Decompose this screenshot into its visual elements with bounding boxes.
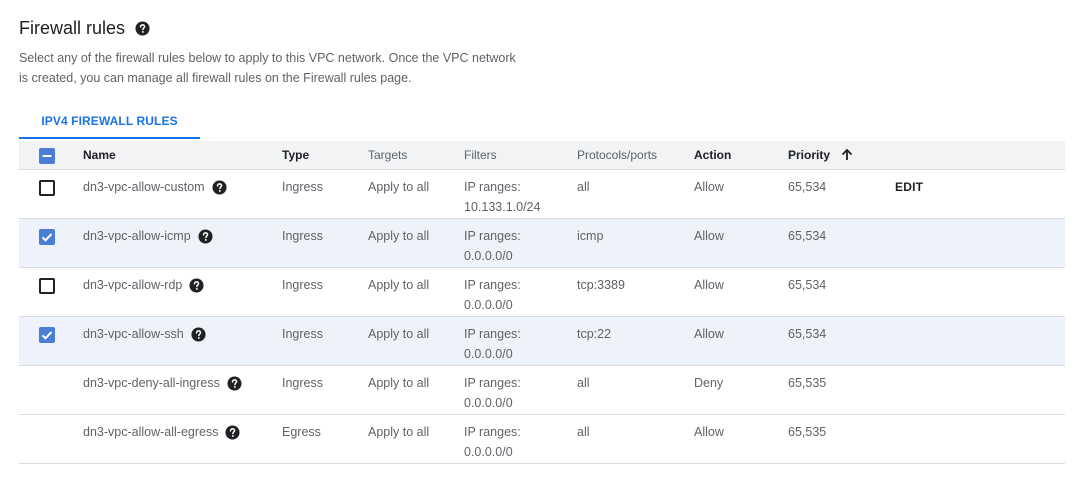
- rule-filters-label: IP ranges:: [464, 278, 521, 292]
- help-icon[interactable]: [135, 20, 150, 36]
- rule-name-cell: dn3-vpc-allow-ssh: [83, 324, 206, 344]
- column-header-priority[interactable]: Priority: [788, 148, 854, 162]
- rule-filters: IP ranges: 0.0.0.0/0: [464, 226, 521, 266]
- rule-protocols: all: [577, 425, 590, 439]
- rule-filters-label: IP ranges:: [464, 180, 521, 194]
- rule-targets: Apply to all: [368, 180, 430, 194]
- rule-targets: Apply to all: [368, 425, 430, 439]
- rule-type: Egress: [282, 425, 321, 439]
- help-icon[interactable]: [191, 326, 206, 342]
- help-icon[interactable]: [198, 228, 213, 244]
- column-header-targets: Targets: [368, 148, 408, 162]
- column-header-action[interactable]: Action: [694, 148, 731, 162]
- row-checkbox[interactable]: [39, 229, 55, 245]
- rule-priority: 65,535: [788, 425, 827, 439]
- rule-type: Ingress: [282, 180, 323, 194]
- column-header-priority-label: Priority: [788, 148, 831, 162]
- tab-ipv4-firewall-rules[interactable]: IPV4 FIREWALL RULES: [19, 103, 200, 139]
- rule-priority: 65,534: [788, 229, 827, 243]
- rule-filters-value: 0.0.0.0/0: [464, 347, 513, 361]
- table-row[interactable]: dn3-vpc-allow-all-egress Egress Apply to a…: [19, 415, 1065, 464]
- rule-filters-value: 10.133.1.0/24: [464, 200, 541, 214]
- rule-name: dn3-vpc-allow-all-egress: [83, 425, 219, 439]
- rule-filters: IP ranges: 0.0.0.0/0: [464, 373, 521, 413]
- help-icon[interactable]: [189, 277, 204, 293]
- rule-action: Allow: [694, 278, 724, 292]
- table-row[interactable]: dn3-vpc-allow-rdp Ingress Apply to all IP r…: [19, 268, 1065, 317]
- rule-protocols: tcp:3389: [577, 278, 625, 292]
- rule-filters-value: 0.0.0.0/0: [464, 445, 513, 459]
- rule-name-cell: dn3-vpc-allow-custom: [83, 177, 227, 197]
- rule-protocols: all: [577, 376, 590, 390]
- row-checkbox[interactable]: [39, 180, 55, 196]
- rule-type: Ingress: [282, 278, 323, 292]
- column-header-name[interactable]: Name: [83, 148, 116, 162]
- rule-action: Deny: [694, 376, 724, 390]
- rule-filters-label: IP ranges:: [464, 327, 521, 341]
- rule-targets: Apply to all: [368, 327, 430, 341]
- rule-priority: 65,534: [788, 278, 827, 292]
- rule-filters-value: 0.0.0.0/0: [464, 298, 513, 312]
- rule-action: Allow: [694, 180, 724, 194]
- row-checkbox[interactable]: [39, 327, 55, 343]
- rule-filters-value: 0.0.0.0/0: [464, 396, 513, 410]
- help-icon[interactable]: [225, 424, 240, 440]
- rule-name: dn3-vpc-allow-ssh: [83, 327, 184, 341]
- rule-action: Allow: [694, 327, 724, 341]
- rule-targets: Apply to all: [368, 229, 430, 243]
- rule-filters-label: IP ranges:: [464, 376, 521, 390]
- select-all-checkbox[interactable]: [39, 148, 55, 164]
- column-header-protocols: Protocols/ports: [577, 148, 658, 162]
- column-header-filters: Filters: [464, 148, 497, 162]
- table-header-row: Name Type Targets Filters Protocols/port…: [19, 141, 1065, 170]
- page-description: Select any of the firewall rules below t…: [19, 48, 579, 88]
- edit-button[interactable]: EDIT: [895, 177, 923, 197]
- rule-priority: 65,534: [788, 180, 827, 194]
- rule-targets: Apply to all: [368, 278, 430, 292]
- help-icon[interactable]: [212, 179, 227, 195]
- help-icon[interactable]: [227, 375, 242, 391]
- firewall-rules-table: Name Type Targets Filters Protocols/port…: [19, 141, 1065, 464]
- rule-protocols: tcp:22: [577, 327, 612, 341]
- rule-name: dn3-vpc-allow-icmp: [83, 229, 191, 243]
- rule-filters-label: IP ranges:: [464, 229, 521, 243]
- rule-filters-label: IP ranges:: [464, 425, 521, 439]
- rule-name-cell: dn3-vpc-allow-icmp: [83, 226, 213, 246]
- checkbox-checked-icon: [41, 233, 53, 242]
- rule-type: Ingress: [282, 376, 323, 390]
- table-row[interactable]: dn3-vpc-allow-icmp Ingress Apply to all IP …: [19, 219, 1065, 268]
- rule-action: Allow: [694, 229, 724, 243]
- checkbox-checked-icon: [41, 331, 53, 340]
- rule-priority: 65,535: [788, 376, 827, 390]
- rule-filters: IP ranges: 10.133.1.0/24: [464, 177, 540, 217]
- rule-name: dn3-vpc-deny-all-ingress: [83, 376, 220, 390]
- column-header-type[interactable]: Type: [282, 148, 309, 162]
- table-row[interactable]: dn3-vpc-allow-ssh Ingress Apply to all IP r…: [19, 317, 1065, 366]
- rule-filters: IP ranges: 0.0.0.0/0: [464, 422, 521, 462]
- rule-priority: 65,534: [788, 327, 827, 341]
- rule-action: Allow: [694, 425, 724, 439]
- rule-name: dn3-vpc-allow-rdp: [83, 278, 183, 292]
- rule-name-cell: dn3-vpc-deny-all-ingress: [83, 373, 242, 393]
- rule-targets: Apply to all: [368, 376, 430, 390]
- rule-protocols: all: [577, 180, 590, 194]
- rule-name-cell: dn3-vpc-allow-all-egress: [83, 422, 240, 442]
- checkbox-indeterminate-icon: [42, 155, 52, 157]
- rule-protocols: icmp: [577, 229, 604, 243]
- description-line: Select any of the firewall rules below t…: [19, 51, 516, 65]
- arrow-up-icon[interactable]: [840, 148, 854, 162]
- rule-name-cell: dn3-vpc-allow-rdp: [83, 275, 204, 295]
- page-title: Firewall rules: [19, 17, 126, 38]
- page-header: Firewall rules: [19, 16, 150, 40]
- row-checkbox[interactable]: [39, 278, 55, 294]
- rule-type: Ingress: [282, 327, 323, 341]
- table-row[interactable]: dn3-vpc-allow-custom Ingress Apply to all I…: [19, 170, 1065, 219]
- rule-filters: IP ranges: 0.0.0.0/0: [464, 275, 521, 315]
- rule-name: dn3-vpc-allow-custom: [83, 180, 205, 194]
- rule-filters: IP ranges: 0.0.0.0/0: [464, 324, 521, 364]
- rule-type: Ingress: [282, 229, 323, 243]
- description-line: is created, you can manage all firewall …: [19, 71, 412, 85]
- rule-filters-value: 0.0.0.0/0: [464, 249, 513, 263]
- table-row[interactable]: dn3-vpc-deny-all-ingress Ingress Apply to …: [19, 366, 1065, 415]
